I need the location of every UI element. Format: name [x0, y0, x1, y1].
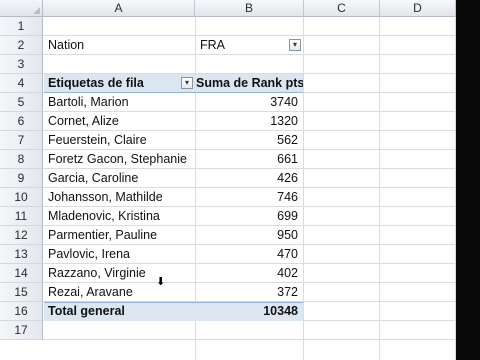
column-header-d[interactable]: D	[380, 0, 456, 17]
pivot-row-name[interactable]: Garcia, Caroline	[44, 169, 195, 188]
select-all-corner[interactable]	[0, 0, 43, 17]
row-header-12[interactable]: 12	[0, 226, 43, 245]
value-header[interactable]: Suma de Rank pts	[196, 74, 303, 93]
column-header-a[interactable]: A	[43, 0, 195, 17]
row-header-3[interactable]: 3	[0, 55, 43, 74]
filter-funnel-icon[interactable]: ▾	[289, 39, 301, 51]
column-header-b[interactable]: B	[195, 0, 304, 17]
filter-value-cell[interactable]: FRA	[196, 36, 303, 55]
row-header-5[interactable]: 5	[0, 93, 43, 112]
pivot-row-value[interactable]: 746	[196, 188, 303, 207]
pivot-row-name[interactable]: Johansson, Mathilde	[44, 188, 195, 207]
total-value[interactable]: 10348	[196, 302, 303, 321]
row-header-2[interactable]: 2	[0, 36, 43, 55]
row-header-1[interactable]: 1	[0, 17, 43, 36]
window-edge	[456, 0, 480, 360]
row-header-17[interactable]: 17	[0, 321, 43, 340]
pivot-row-value[interactable]: 1320	[196, 112, 303, 131]
row-header-10[interactable]: 10	[0, 188, 43, 207]
dropdown-arrow-icon[interactable]: ▾	[181, 77, 193, 89]
pivot-row-value[interactable]: 402	[196, 264, 303, 283]
pivot-row-value[interactable]: 699	[196, 207, 303, 226]
pivot-row-value[interactable]: 562	[196, 131, 303, 150]
pivot-row-name[interactable]: Razzano, Virginie	[44, 264, 195, 283]
pivot-row-name[interactable]: Mladenovic, Kristina	[44, 207, 195, 226]
row-header-13[interactable]: 13	[0, 245, 43, 264]
pivot-row-name[interactable]: Feuerstein, Claire	[44, 131, 195, 150]
column-header-c[interactable]: C	[304, 0, 380, 17]
pivot-row-name[interactable]: Foretz Gacon, Stephanie	[44, 150, 195, 169]
spreadsheet-grid: A B C D 1 2 3 4 5 6 7 8 9 10 11 12 13 14…	[0, 0, 456, 360]
pivot-row-value[interactable]: 426	[196, 169, 303, 188]
row-header-6[interactable]: 6	[0, 112, 43, 131]
pivot-row-name[interactable]: Parmentier, Pauline	[44, 226, 195, 245]
pivot-row-value[interactable]: 372	[196, 283, 303, 302]
row-header-4[interactable]: 4	[0, 74, 43, 93]
row-header-15[interactable]: 15	[0, 283, 43, 302]
pivot-row-name[interactable]: Bartoli, Marion	[44, 93, 195, 112]
row-header-16[interactable]: 16	[0, 302, 43, 321]
pivot-row-value[interactable]: 950	[196, 226, 303, 245]
pivot-row-name[interactable]: Pavlovic, Irena	[44, 245, 195, 264]
pivot-row-value[interactable]: 661	[196, 150, 303, 169]
pivot-row-value[interactable]: 3740	[196, 93, 303, 112]
row-header-11[interactable]: 11	[0, 207, 43, 226]
row-header-14[interactable]: 14	[0, 264, 43, 283]
select-all-triangle-icon	[33, 7, 40, 14]
row-header-9[interactable]: 9	[0, 169, 43, 188]
row-header-7[interactable]: 7	[0, 131, 43, 150]
total-label[interactable]: Total general	[44, 302, 195, 321]
pivot-row-value[interactable]: 470	[196, 245, 303, 264]
mouse-cursor-icon: ⬇	[156, 275, 166, 288]
row-labels-header[interactable]: Etiquetas de fila	[44, 74, 195, 93]
pivot-row-name[interactable]: Cornet, Alize	[44, 112, 195, 131]
filter-label-cell[interactable]: Nation	[44, 36, 195, 55]
row-header-8[interactable]: 8	[0, 150, 43, 169]
pivot-row-name[interactable]: Rezai, Aravane	[44, 283, 195, 302]
